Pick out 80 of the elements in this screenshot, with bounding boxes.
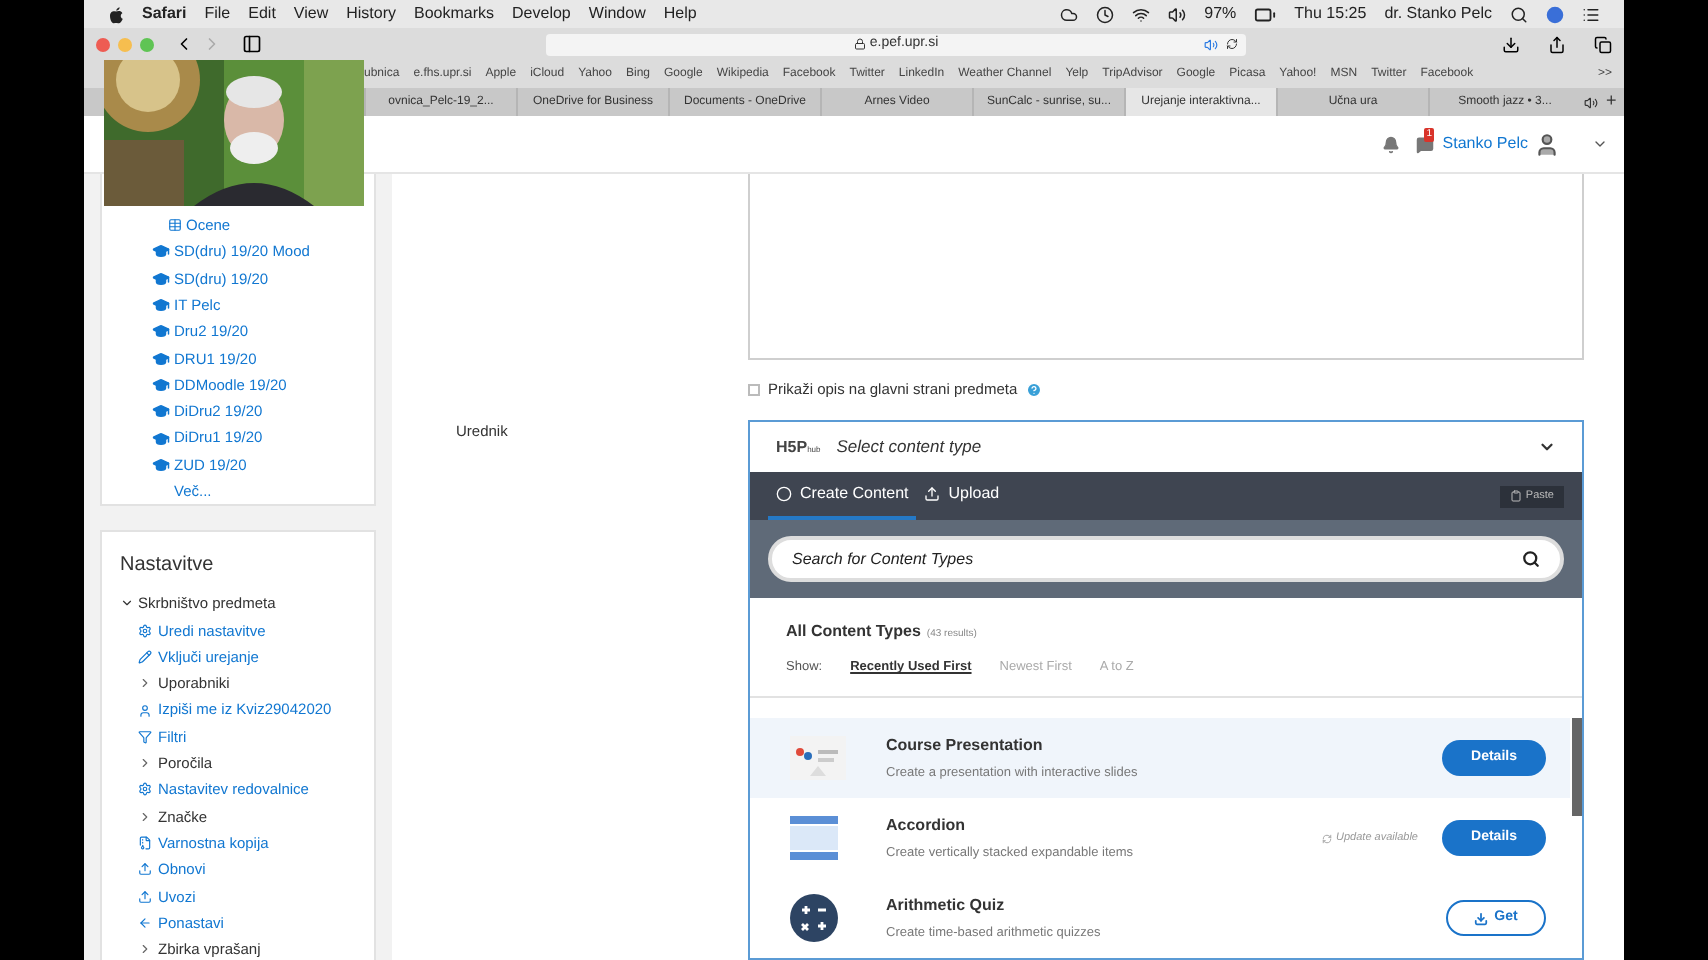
file-icon <box>138 836 152 851</box>
graduation-cap-icon <box>152 269 170 288</box>
upload-icon <box>924 486 941 502</box>
menu-item[interactable]: Develop <box>512 2 571 26</box>
update-icon <box>1322 833 1333 843</box>
graduation-cap-icon <box>152 349 170 368</box>
search-field[interactable]: Search for Content Types <box>768 536 1564 582</box>
table-icon <box>168 218 182 233</box>
radio-icon <box>776 486 792 502</box>
graduation-cap-icon <box>152 402 170 421</box>
menu-item[interactable]: Window <box>588 2 646 26</box>
search-icon[interactable] <box>1510 5 1528 23</box>
expand-icon[interactable] <box>138 756 152 771</box>
apple-icon[interactable] <box>108 5 124 23</box>
expand-icon[interactable] <box>138 809 152 824</box>
gear-icon <box>138 623 152 638</box>
pencil-icon <box>138 650 152 664</box>
hub-tab[interactable]: Upload <box>916 472 1008 520</box>
caret-icon <box>1538 438 1556 456</box>
menu-item[interactable]: File <box>204 2 231 26</box>
filter-icon <box>138 729 152 744</box>
volume-icon[interactable] <box>1168 5 1187 23</box>
item-title: Arithmetic Quiz <box>886 893 1007 918</box>
graduation-cap-icon <box>152 429 170 448</box>
graduation-cap-icon <box>152 455 170 474</box>
tabs-icon[interactable] <box>1594 35 1612 53</box>
clock-text: Thu 15:25 <box>1294 2 1367 26</box>
gear-icon <box>138 782 152 797</box>
search-icon <box>1522 550 1540 568</box>
sidebar-icon[interactable] <box>242 34 262 54</box>
upload-icon <box>138 889 152 904</box>
audio-icon[interactable] <box>1204 37 1218 51</box>
menu-item[interactable]: History <box>346 2 397 26</box>
menu-item[interactable]: Safari <box>142 2 187 26</box>
download-icon <box>1474 911 1489 925</box>
item-title: Accordion <box>886 813 968 838</box>
description-field[interactable] <box>748 174 1584 359</box>
bell-icon[interactable] <box>1382 135 1401 153</box>
list-title: All Content Types <box>786 620 921 644</box>
menu-item[interactable]: View <box>293 2 329 26</box>
battery-percent: 97% <box>1204 2 1237 26</box>
menu-item[interactable]: Bookmarks <box>414 2 495 26</box>
graduation-cap-icon <box>152 322 170 341</box>
clipboard-icon <box>1509 490 1522 502</box>
slides-icon <box>790 736 846 780</box>
battery-icon[interactable] <box>1254 3 1277 25</box>
graduation-cap-icon <box>152 242 170 261</box>
user-icon <box>138 703 152 718</box>
expand-icon[interactable] <box>138 942 152 957</box>
new-tab-button[interactable]: + <box>1606 88 1617 116</box>
select-placeholder: Select content type <box>836 434 984 460</box>
clock-icon[interactable] <box>1096 5 1115 23</box>
help-icon[interactable] <box>1025 381 1042 398</box>
reload-icon[interactable] <box>1226 38 1238 50</box>
menu-item[interactable]: Help <box>663 2 697 26</box>
upload-icon <box>138 862 152 877</box>
share-icon[interactable] <box>1548 35 1566 53</box>
user-name[interactable]: dr. Stanko Pelc <box>1384 2 1492 26</box>
cloud-icon[interactable] <box>1060 5 1079 23</box>
scrollbar[interactable] <box>1572 718 1582 816</box>
expand-icon[interactable] <box>120 596 134 611</box>
arrow-left-icon <box>138 915 152 930</box>
download-icon[interactable] <box>1502 35 1520 53</box>
item-title: Course Presentation <box>886 733 1045 758</box>
checkbox[interactable] <box>748 383 760 396</box>
lock-icon <box>853 38 866 50</box>
accordion-icon <box>790 816 838 860</box>
siri-icon[interactable] <box>1546 5 1564 23</box>
audio-icon[interactable] <box>1584 95 1598 109</box>
expand-icon[interactable] <box>138 676 152 691</box>
wifi-icon[interactable] <box>1132 5 1151 23</box>
user-link[interactable]: Stanko Pelc <box>1442 132 1528 156</box>
graduation-cap-icon <box>152 296 170 315</box>
avatar-icon[interactable] <box>1534 131 1560 157</box>
list-icon[interactable] <box>1582 5 1600 23</box>
caret-icon[interactable] <box>1592 136 1608 152</box>
graduation-cap-icon <box>152 375 170 394</box>
card-title: Nastavitve <box>120 552 216 581</box>
math-icon <box>790 894 838 942</box>
menu-item[interactable]: Edit <box>248 2 276 26</box>
